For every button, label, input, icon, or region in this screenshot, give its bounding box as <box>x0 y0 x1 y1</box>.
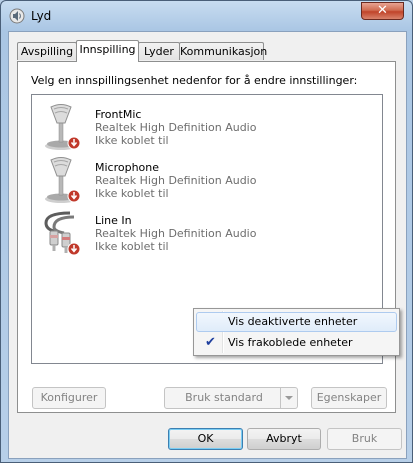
chevron-down-icon[interactable] <box>280 388 297 408</box>
sound-dialog: Lyd ✕ Avspilling Innspilling Lyder Kommu… <box>0 0 413 463</box>
set-default-split-button[interactable]: Bruk standard <box>164 387 298 409</box>
device-name: FrontMic <box>95 108 142 121</box>
device-name: Line In <box>95 214 132 227</box>
close-icon: ✕ <box>377 3 388 18</box>
dialog-client: Avspilling Innspilling Lyder Kommunikasj… <box>8 31 407 459</box>
device-name: Microphone <box>95 161 160 174</box>
tab-communications[interactable]: Kommunikasjon <box>179 42 267 60</box>
menu-item-label: Vis deaktiverte enheter <box>228 315 358 328</box>
menu-item-label: Vis frakoblede enheter <box>228 336 353 349</box>
close-button[interactable]: ✕ <box>361 2 404 20</box>
tab-playback[interactable]: Avspilling <box>17 42 77 60</box>
set-default-label: Bruk standard <box>185 391 263 404</box>
configure-button[interactable]: Konfigurer <box>32 387 106 409</box>
context-menu: Vis deaktiverte enheter ✔ Vis frakoblede… <box>193 308 400 356</box>
device-status: Ikke koblet til <box>95 240 169 253</box>
rca-cable-disconnected-icon <box>44 211 81 256</box>
title-bar[interactable]: Lyd ✕ <box>1 1 412 31</box>
ok-button[interactable]: OK <box>168 428 243 450</box>
properties-button[interactable]: Egenskaper <box>311 387 387 409</box>
device-driver: Realtek High Definition Audio <box>95 174 257 187</box>
device-item-line-in[interactable]: Line In Realtek High Definition Audio Ik… <box>32 209 372 259</box>
apply-button[interactable]: Bruk <box>327 428 402 450</box>
microphone-disconnected-icon <box>45 157 81 203</box>
device-item-microphone[interactable]: Microphone Realtek High Definition Audio… <box>32 156 372 206</box>
tab-sounds[interactable]: Lyder <box>138 42 180 60</box>
window-title: Lyd <box>31 9 52 23</box>
device-item-frontmic[interactable]: FrontMic Realtek High Definition Audio I… <box>32 103 372 153</box>
cancel-button[interactable]: Avbryt <box>247 428 321 450</box>
microphone-disconnected-icon <box>45 104 81 150</box>
speaker-icon <box>9 8 25 24</box>
instruction-text: Velg en innspillingsenhet nedenfor for å… <box>31 74 358 87</box>
device-driver: Realtek High Definition Audio <box>95 227 257 240</box>
device-status: Ikke koblet til <box>95 134 169 147</box>
recording-panel: Velg en innspillingsenhet nedenfor for å… <box>17 61 396 413</box>
device-status: Ikke koblet til <box>95 187 169 200</box>
menu-item-show-disconnected-devices[interactable]: ✔ Vis frakoblede enheter <box>196 333 397 353</box>
checkmark-icon: ✔ <box>205 335 216 350</box>
menu-item-show-disabled-devices[interactable]: Vis deaktiverte enheter <box>196 312 397 332</box>
device-driver: Realtek High Definition Audio <box>95 121 257 134</box>
tab-recording[interactable]: Innspilling <box>76 40 139 62</box>
